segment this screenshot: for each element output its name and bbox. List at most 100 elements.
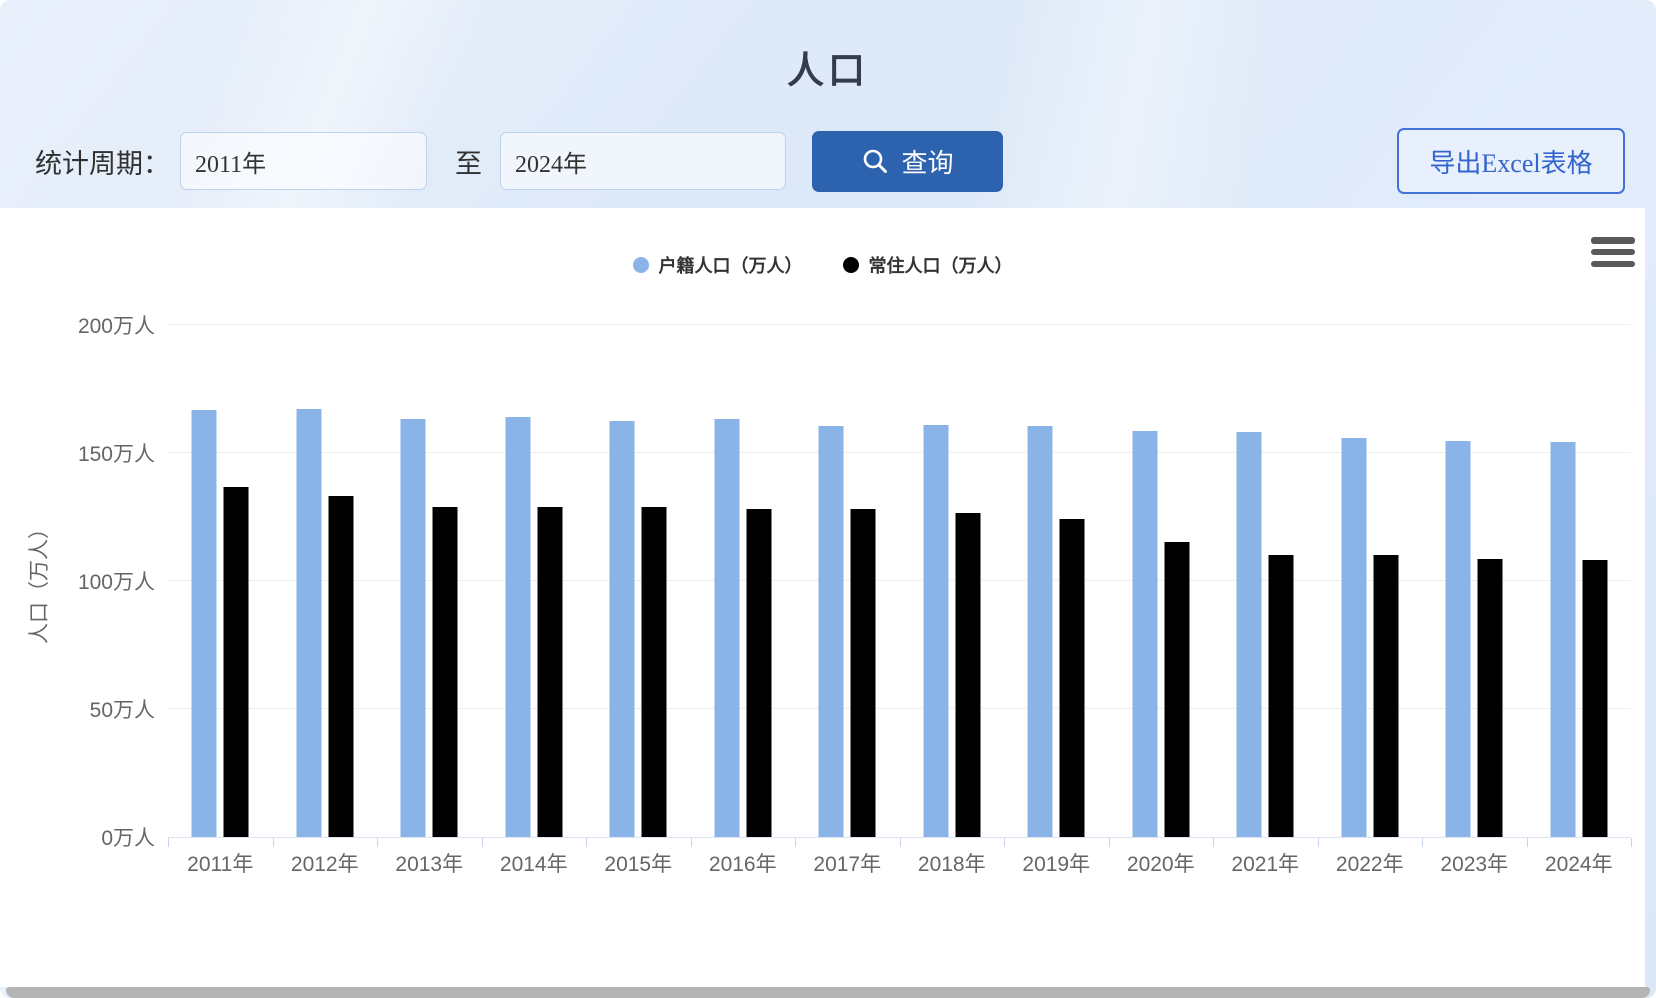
bar[interactable] [610,421,635,837]
bar[interactable] [1028,426,1053,837]
y-axis-tick-label: 150万人 [78,438,155,468]
x-axis: 2011年2012年2013年2014年2015年2016年2017年2018年… [168,837,1631,884]
bars [192,325,249,837]
x-axis-tick [1109,838,1110,847]
y-axis-tick-label: 0万人 [101,822,155,852]
bar[interactable] [714,419,739,837]
bar-group-2020年 [1109,325,1214,837]
export-excel-button[interactable]: 导出Excel表格 [1397,128,1625,194]
x-axis-label: 2021年 [1213,838,1318,884]
bar-group-2019年 [1004,325,1109,837]
x-axis-label: 2018年 [900,838,1005,884]
bars [1446,325,1503,837]
x-axis-label: 2023年 [1422,838,1527,884]
bar[interactable] [401,419,426,837]
bars [1028,325,1085,837]
bar-group-2012年 [273,325,378,837]
bars [1341,325,1398,837]
x-axis-tick [1318,838,1319,847]
y-axis-tick-label: 100万人 [78,566,155,596]
bar[interactable] [1132,431,1157,837]
bar-group-2018年 [900,325,1005,837]
query-bar: 统计周期： 2011年 至 2024年 查询 导出Excel表格 [0,128,1656,194]
x-axis-tick [586,838,587,847]
header: 人口 统计周期： 2011年 至 2024年 查询 导出Excel表格 [0,0,1656,208]
legend-item-0[interactable]: 户籍人口（万人） [633,252,803,278]
bar-group-2014年 [482,325,587,837]
bottom-scrollbar[interactable] [6,987,1650,998]
x-axis-tick [168,838,169,847]
legend-item-1[interactable]: 常住人口（万人） [843,252,1013,278]
start-year-input[interactable]: 2011年 [180,132,427,190]
x-axis-tick [482,838,483,847]
y-axis-tick-label: 200万人 [78,310,155,340]
bar[interactable] [1164,542,1189,837]
bar-group-2017年 [795,325,900,837]
bar[interactable] [505,417,530,837]
chart-legend: 户籍人口（万人） 常住人口（万人） [0,252,1645,278]
bar[interactable] [746,509,771,837]
x-axis-label: 2012年 [273,838,378,884]
x-axis-label: 2016年 [691,838,796,884]
page-title: 人口 [0,40,1656,94]
bar[interactable] [1373,555,1398,837]
bar[interactable] [192,410,217,837]
bar[interactable] [1341,438,1366,837]
search-icon [861,147,889,175]
search-button[interactable]: 查询 [812,131,1003,192]
bar-group-2024年 [1527,325,1632,837]
y-axis-tick-label: 50万人 [90,694,155,724]
chart-card: 户籍人口（万人）常住人口（万人） 人口（万人） 0万人50万人100万人150万… [0,208,1645,987]
bar-group-2016年 [691,325,796,837]
x-axis-tick [377,838,378,847]
plot-area: 0万人50万人100万人150万人200万人 [168,325,1631,837]
x-axis-label: 2024年 [1527,838,1632,884]
bar[interactable] [1478,559,1503,837]
bar[interactable] [955,513,980,837]
x-axis-label: 2014年 [482,838,587,884]
bar[interactable] [1060,519,1085,837]
x-axis-label: 2011年 [168,838,273,884]
bars [1132,325,1189,837]
bars [610,325,667,837]
x-axis-tick [795,838,796,847]
x-axis-tick [1527,838,1528,847]
bar[interactable] [1269,555,1294,837]
app-window: 人口 统计周期： 2011年 至 2024年 查询 导出Excel表格 户籍人口… [0,0,1656,998]
bar[interactable] [1237,432,1262,837]
bars [923,325,980,837]
legend-label: 户籍人口（万人） [659,252,803,278]
start-year-value: 2011年 [195,144,266,179]
search-button-label: 查询 [901,143,953,180]
bar[interactable] [923,425,948,837]
bar-group-2022年 [1318,325,1423,837]
bar[interactable] [224,487,249,837]
bar[interactable] [433,507,458,837]
legend-dot [843,257,859,273]
period-label: 统计周期： [35,142,170,181]
bar[interactable] [296,409,321,837]
bar-group-2023年 [1422,325,1527,837]
bar[interactable] [819,426,844,837]
bar[interactable] [537,507,562,837]
bar-groups [168,325,1631,837]
to-label: 至 [455,142,482,181]
bar[interactable] [1582,560,1607,837]
x-axis-tick [273,838,274,847]
bar[interactable] [851,509,876,837]
x-axis-tick [1631,838,1632,847]
chart-menu-icon[interactable] [1591,237,1635,267]
x-axis-label: 2022年 [1318,838,1423,884]
bar[interactable] [1446,441,1471,837]
bar[interactable] [1550,442,1575,837]
bar[interactable] [328,496,353,837]
end-year-input[interactable]: 2024年 [500,132,786,190]
bar[interactable] [642,507,667,837]
legend-label: 常住人口（万人） [869,252,1013,278]
legend-dot [633,257,649,273]
x-axis-label: 2013年 [377,838,482,884]
x-axis-label: 2017年 [795,838,900,884]
x-axis-label: 2015年 [586,838,691,884]
bars [401,325,458,837]
x-axis-label: 2020年 [1109,838,1214,884]
